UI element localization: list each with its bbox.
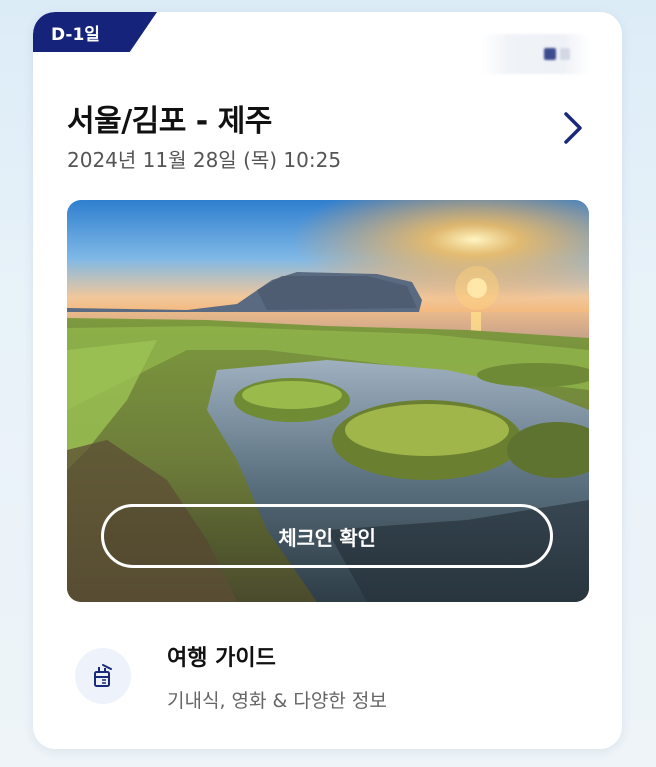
- travel-guide-icon[interactable]: [75, 648, 131, 704]
- travel-guide-title[interactable]: 여행 가이드: [167, 640, 276, 672]
- chevron-right-icon[interactable]: [560, 110, 586, 146]
- flight-card[interactable]: D-1일 서울/김포 - 제주 2024년 11월 28일 (목) 10:25: [33, 12, 622, 749]
- blurred-tag-mark: [544, 48, 556, 60]
- blurred-tag-mark-secondary: [560, 48, 570, 60]
- checkin-confirm-button[interactable]: 체크인 확인: [101, 504, 553, 568]
- route-title: 서울/김포 - 제주: [67, 104, 272, 139]
- blurred-tag: [482, 34, 590, 74]
- travel-guide-subtitle: 기내식, 영화 & 다양한 정보: [167, 690, 387, 712]
- dday-badge: D-1일: [33, 12, 157, 52]
- flight-datetime: 2024년 11월 28일 (목) 10:25: [67, 148, 342, 172]
